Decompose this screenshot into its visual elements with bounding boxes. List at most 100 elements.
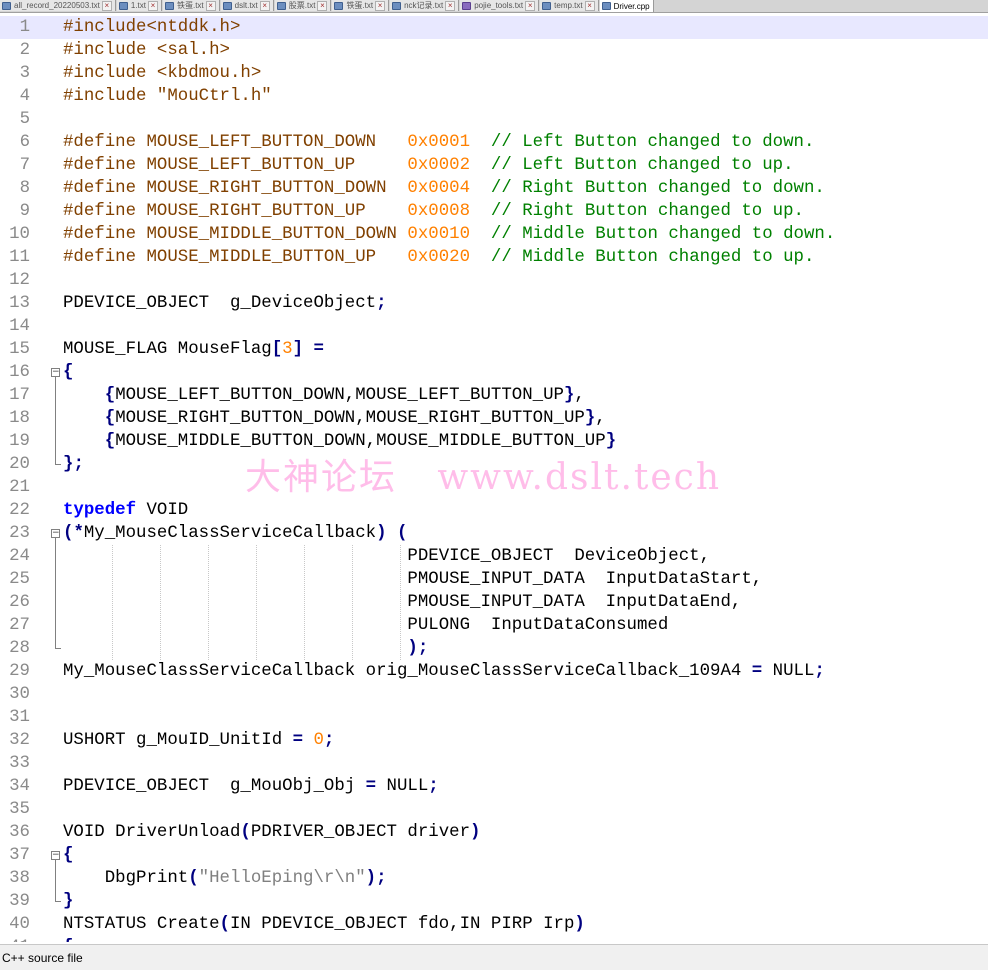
line-number: 8 bbox=[19, 179, 30, 198]
tab-label: nck记录.txt bbox=[404, 1, 444, 10]
close-icon[interactable]: × bbox=[101, 0, 112, 11]
code-line[interactable]: 2 #include <sal.h> bbox=[0, 39, 988, 62]
code-text: #include "MouCtrl.h" bbox=[63, 87, 272, 106]
code-line[interactable]: 34 PDEVICE_OBJECT g_MouObj_Obj = NULL; bbox=[0, 775, 988, 798]
tab-7[interactable]: pojie_tools.txt × bbox=[460, 0, 540, 11]
tab-3[interactable]: dslt.txt × bbox=[220, 0, 274, 11]
code-line[interactable]: 10 #define MOUSE_MIDDLE_BUTTON_DOWN 0x001… bbox=[0, 223, 988, 246]
code-line[interactable]: 31 bbox=[0, 706, 988, 729]
code-text: }; bbox=[63, 455, 84, 474]
line-number: 14 bbox=[9, 317, 30, 336]
code-line[interactable]: 41 { bbox=[0, 936, 988, 942]
code-line[interactable]: 6 #define MOUSE_LEFT_BUTTON_DOWN 0x0001 /… bbox=[0, 131, 988, 154]
line-number: 39 bbox=[9, 892, 30, 911]
line-number: 13 bbox=[9, 294, 30, 313]
code-line[interactable]: 29 My_MouseClassServiceCallback orig_Mous… bbox=[0, 660, 988, 683]
tab-label: Driver.cpp bbox=[613, 1, 650, 11]
line-number: 22 bbox=[9, 501, 30, 520]
close-icon[interactable]: × bbox=[259, 0, 270, 11]
status-bar: C++ source file bbox=[0, 944, 988, 970]
code-text: #include<ntddk.h> bbox=[63, 18, 241, 37]
code-line[interactable]: 4 #include "MouCtrl.h" bbox=[0, 85, 988, 108]
line-number: 1 bbox=[19, 18, 30, 37]
code-line[interactable]: 13 PDEVICE_OBJECT g_DeviceObject; bbox=[0, 292, 988, 315]
code-text: #define MOUSE_RIGHT_BUTTON_DOWN 0x0004 /… bbox=[63, 179, 825, 198]
line-number: 24 bbox=[9, 547, 30, 566]
code-text: (*My_MouseClassServiceCallback) ( bbox=[63, 524, 408, 543]
code-line[interactable]: 24 PDEVICE_OBJECT DeviceObject, bbox=[0, 545, 988, 568]
code-line[interactable]: 3 #include <kbdmou.h> bbox=[0, 62, 988, 85]
code-line[interactable]: 26 PMOUSE_INPUT_DATA InputDataEnd, bbox=[0, 591, 988, 614]
line-number: 30 bbox=[9, 685, 30, 704]
fold-line bbox=[55, 538, 56, 648]
file-icon bbox=[392, 1, 402, 10]
code-text: #define MOUSE_LEFT_BUTTON_DOWN 0x0001 //… bbox=[63, 133, 815, 152]
code-line[interactable]: 33 bbox=[0, 752, 988, 775]
line-number: 19 bbox=[9, 432, 30, 451]
code-line[interactable]: 25 PMOUSE_INPUT_DATA InputDataStart, bbox=[0, 568, 988, 591]
code-line[interactable]: 18 {MOUSE_RIGHT_BUTTON_DOWN,MOUSE_RIGHT_… bbox=[0, 407, 988, 430]
code-line[interactable]: 39} bbox=[0, 890, 988, 913]
tab-6[interactable]: nck记录.txt × bbox=[390, 0, 460, 11]
code-line[interactable]: 16 { bbox=[0, 361, 988, 384]
code-line[interactable]: 17 {MOUSE_LEFT_BUTTON_DOWN,MOUSE_LEFT_BU… bbox=[0, 384, 988, 407]
code-line[interactable]: 11 #define MOUSE_MIDDLE_BUTTON_UP 0x0020 … bbox=[0, 246, 988, 269]
code-line[interactable]: 36 VOID DriverUnload(PDRIVER_OBJECT drive… bbox=[0, 821, 988, 844]
close-icon[interactable]: × bbox=[375, 0, 386, 11]
line-number: 25 bbox=[9, 570, 30, 589]
code-line[interactable]: 32 USHORT g_MouID_UnitId = 0; bbox=[0, 729, 988, 752]
code-line[interactable]: 30 bbox=[0, 683, 988, 706]
code-line[interactable]: 35 bbox=[0, 798, 988, 821]
watermark: 大神论坛 www.dslt.tech bbox=[245, 457, 722, 498]
file-icon bbox=[2, 1, 11, 10]
tab-4[interactable]: 股票.txt × bbox=[274, 0, 332, 11]
tab-0[interactable]: all_record_20220503.txt × bbox=[0, 0, 116, 11]
close-icon[interactable]: × bbox=[147, 0, 158, 11]
line-number: 10 bbox=[9, 225, 30, 244]
fold-toggle-icon[interactable]: − bbox=[51, 851, 60, 860]
code-line[interactable]: 38 DbgPrint("HelloEping\r\n"); bbox=[0, 867, 988, 890]
tab-2[interactable]: 铁蛋.txt × bbox=[162, 0, 220, 11]
close-icon[interactable]: × bbox=[445, 0, 456, 11]
code-line[interactable]: 40 NTSTATUS Create(IN PDEVICE_OBJECT fdo,… bbox=[0, 913, 988, 936]
close-icon[interactable]: × bbox=[584, 0, 595, 11]
code-text: VOID DriverUnload(PDRIVER_OBJECT driver) bbox=[63, 823, 481, 842]
tab-label: dslt.txt bbox=[234, 1, 258, 10]
line-number: 23 bbox=[9, 524, 30, 543]
code-text: {MOUSE_RIGHT_BUTTON_DOWN,MOUSE_RIGHT_BUT… bbox=[104, 409, 606, 428]
close-icon[interactable]: × bbox=[317, 0, 328, 11]
line-number: 41 bbox=[0, 936, 30, 942]
close-icon[interactable]: × bbox=[205, 0, 216, 11]
fold-toggle-icon[interactable]: − bbox=[51, 368, 60, 377]
code-line[interactable]: 5 bbox=[0, 108, 988, 131]
tab-5[interactable]: 铁蛋.txt × bbox=[332, 0, 390, 11]
fold-toggle-icon[interactable]: − bbox=[51, 529, 60, 538]
line-number: 20 bbox=[9, 455, 30, 474]
code-text: #define MOUSE_MIDDLE_BUTTON_DOWN 0x0010 … bbox=[63, 225, 836, 244]
code-line[interactable]: 14 bbox=[0, 315, 988, 338]
code-line[interactable]: 9 #define MOUSE_RIGHT_BUTTON_UP 0x0008 //… bbox=[0, 200, 988, 223]
tab-1[interactable]: 1.txt × bbox=[116, 0, 162, 11]
line-number: 2 bbox=[19, 41, 30, 60]
code-text: } bbox=[63, 892, 74, 911]
code-line[interactable]: 23 (*My_MouseClassServiceCallback) ( bbox=[0, 522, 988, 545]
tab-9[interactable]: Driver.cpp bbox=[599, 0, 654, 12]
line-number: 32 bbox=[9, 731, 30, 750]
code-line[interactable]: 15 MOUSE_FLAG MouseFlag[3] = bbox=[0, 338, 988, 361]
code-line[interactable]: 37 { bbox=[0, 844, 988, 867]
code-line[interactable]: 7 #define MOUSE_LEFT_BUTTON_UP 0x0002 // … bbox=[0, 154, 988, 177]
code-line[interactable]: 22 typedef VOID bbox=[0, 499, 988, 522]
code-text: NTSTATUS Create(IN PDEVICE_OBJECT fdo,IN… bbox=[63, 915, 585, 934]
code-line[interactable]: 27 PULONG InputDataConsumed bbox=[0, 614, 988, 637]
code-text: My_MouseClassServiceCallback orig_MouseC… bbox=[63, 662, 825, 681]
code-line[interactable]: 12 bbox=[0, 269, 988, 292]
code-line[interactable]: 8 #define MOUSE_RIGHT_BUTTON_DOWN 0x0004 … bbox=[0, 177, 988, 200]
tab-8[interactable]: temp.txt × bbox=[540, 0, 599, 11]
fold-line bbox=[55, 377, 56, 464]
code-line[interactable]: 1 #include<ntddk.h> bbox=[0, 16, 988, 39]
line-number: 35 bbox=[9, 800, 30, 819]
close-icon[interactable]: × bbox=[525, 0, 536, 11]
code-line[interactable]: 28 ); bbox=[0, 637, 988, 660]
indent-guide bbox=[304, 545, 305, 660]
fold-end bbox=[55, 901, 61, 902]
